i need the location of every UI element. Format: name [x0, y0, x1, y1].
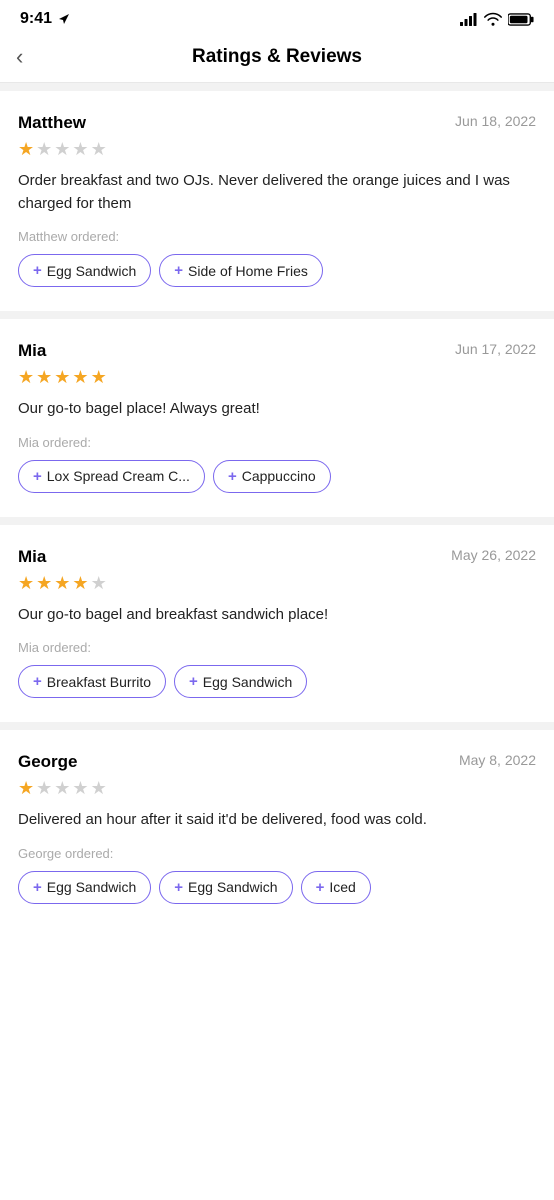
star-filled: ★ — [91, 367, 107, 388]
status-icons — [460, 12, 534, 26]
review-divider — [0, 517, 554, 525]
ordered-item[interactable]: + Egg Sandwich — [174, 665, 307, 698]
star-empty: ★ — [72, 778, 88, 799]
header: ‹ Ratings & Reviews — [0, 34, 554, 83]
star-filled: ★ — [18, 778, 34, 799]
page-title: Ratings & Reviews — [192, 46, 362, 68]
ordered-item-label: Egg Sandwich — [203, 674, 293, 690]
battery-icon — [508, 13, 534, 26]
star-rating: ★★★★★ — [18, 139, 536, 160]
review-date: May 26, 2022 — [451, 547, 536, 563]
ordered-label: Matthew ordered: — [18, 229, 536, 244]
ordered-item-label: Breakfast Burrito — [47, 674, 151, 690]
ordered-label: Mia ordered: — [18, 640, 536, 655]
star-filled: ★ — [72, 367, 88, 388]
star-rating: ★★★★★ — [18, 778, 536, 799]
star-empty: ★ — [91, 139, 107, 160]
star-empty: ★ — [54, 139, 70, 160]
star-filled: ★ — [72, 573, 88, 594]
ordered-item-label: Iced — [329, 879, 355, 895]
status-bar: 9:41 — [0, 0, 554, 34]
star-empty: ★ — [54, 778, 70, 799]
ordered-items: + Lox Spread Cream C... + Cappuccino — [18, 460, 536, 493]
plus-icon: + — [33, 673, 42, 690]
back-icon: ‹ — [16, 44, 23, 70]
star-filled: ★ — [36, 573, 52, 594]
review-date: Jun 17, 2022 — [455, 341, 536, 357]
plus-icon: + — [33, 468, 42, 485]
review-card: GeorgeMay 8, 2022★★★★★Delivered an hour … — [0, 730, 554, 928]
star-filled: ★ — [54, 573, 70, 594]
ordered-item[interactable]: + Lox Spread Cream C... — [18, 460, 205, 493]
status-time: 9:41 — [20, 10, 52, 28]
plus-icon: + — [228, 468, 237, 485]
ordered-item[interactable]: + Breakfast Burrito — [18, 665, 166, 698]
section-divider-top — [0, 83, 554, 91]
star-rating: ★★★★★ — [18, 367, 536, 388]
reviews-container: MatthewJun 18, 2022★★★★★Order breakfast … — [0, 91, 554, 928]
star-empty: ★ — [91, 778, 107, 799]
plus-icon: + — [174, 879, 183, 896]
star-filled: ★ — [18, 139, 34, 160]
review-card: MiaJun 17, 2022★★★★★Our go-to bagel plac… — [0, 319, 554, 517]
ordered-item-label: Lox Spread Cream C... — [47, 468, 190, 484]
star-empty: ★ — [36, 139, 52, 160]
ordered-item[interactable]: + Egg Sandwich — [18, 871, 151, 904]
ordered-item-label: Side of Home Fries — [188, 263, 308, 279]
wifi-icon — [484, 12, 502, 26]
ordered-item-label: Cappuccino — [242, 468, 316, 484]
ordered-label: George ordered: — [18, 846, 536, 861]
ordered-item-label: Egg Sandwich — [188, 879, 278, 895]
ordered-items: + Breakfast Burrito + Egg Sandwich — [18, 665, 536, 698]
review-header: Mia Jun 17, 2022 — [18, 341, 536, 361]
star-filled: ★ — [36, 367, 52, 388]
ordered-items: + Egg Sandwich + Side of Home Fries — [18, 254, 536, 287]
review-text: Our go-to bagel and breakfast sandwich p… — [18, 604, 536, 627]
star-filled: ★ — [18, 573, 34, 594]
plus-icon: + — [33, 879, 42, 896]
plus-icon: + — [189, 673, 198, 690]
review-text: Order breakfast and two OJs. Never deliv… — [18, 170, 536, 215]
review-card: MiaMay 26, 2022★★★★★Our go-to bagel and … — [0, 525, 554, 723]
signal-icon — [460, 13, 478, 26]
reviewer-name: George — [18, 752, 78, 772]
review-divider — [0, 722, 554, 730]
star-filled: ★ — [54, 367, 70, 388]
reviewer-name: Mia — [18, 547, 46, 567]
plus-icon: + — [174, 262, 183, 279]
ordered-label: Mia ordered: — [18, 435, 536, 450]
ordered-item[interactable]: + Cappuccino — [213, 460, 331, 493]
location-arrow-icon — [58, 13, 70, 25]
review-divider — [0, 311, 554, 319]
review-text: Delivered an hour after it said it'd be … — [18, 809, 536, 832]
star-filled: ★ — [18, 367, 34, 388]
star-empty: ★ — [36, 778, 52, 799]
star-empty: ★ — [91, 573, 107, 594]
plus-icon: + — [33, 262, 42, 279]
ordered-item-label: Egg Sandwich — [47, 263, 137, 279]
ordered-item[interactable]: + Side of Home Fries — [159, 254, 323, 287]
review-header: Matthew Jun 18, 2022 — [18, 113, 536, 133]
review-header: Mia May 26, 2022 — [18, 547, 536, 567]
ordered-items: +Egg Sandwich+Egg Sandwich+Iced — [18, 871, 536, 904]
back-button[interactable]: ‹ — [16, 44, 23, 70]
ordered-item[interactable]: + Egg Sandwich — [18, 254, 151, 287]
reviewer-name: Mia — [18, 341, 46, 361]
review-text: Our go-to bagel place! Always great! — [18, 398, 536, 421]
ordered-item[interactable]: +Iced — [301, 871, 371, 904]
star-empty: ★ — [72, 139, 88, 160]
ordered-item-label: Egg Sandwich — [47, 879, 137, 895]
review-card: MatthewJun 18, 2022★★★★★Order breakfast … — [0, 91, 554, 311]
plus-icon: + — [316, 879, 325, 896]
review-date: May 8, 2022 — [459, 752, 536, 768]
ordered-item[interactable]: + Egg Sandwich — [159, 871, 292, 904]
reviewer-name: Matthew — [18, 113, 86, 133]
review-header: George May 8, 2022 — [18, 752, 536, 772]
review-date: Jun 18, 2022 — [455, 113, 536, 129]
star-rating: ★★★★★ — [18, 573, 536, 594]
